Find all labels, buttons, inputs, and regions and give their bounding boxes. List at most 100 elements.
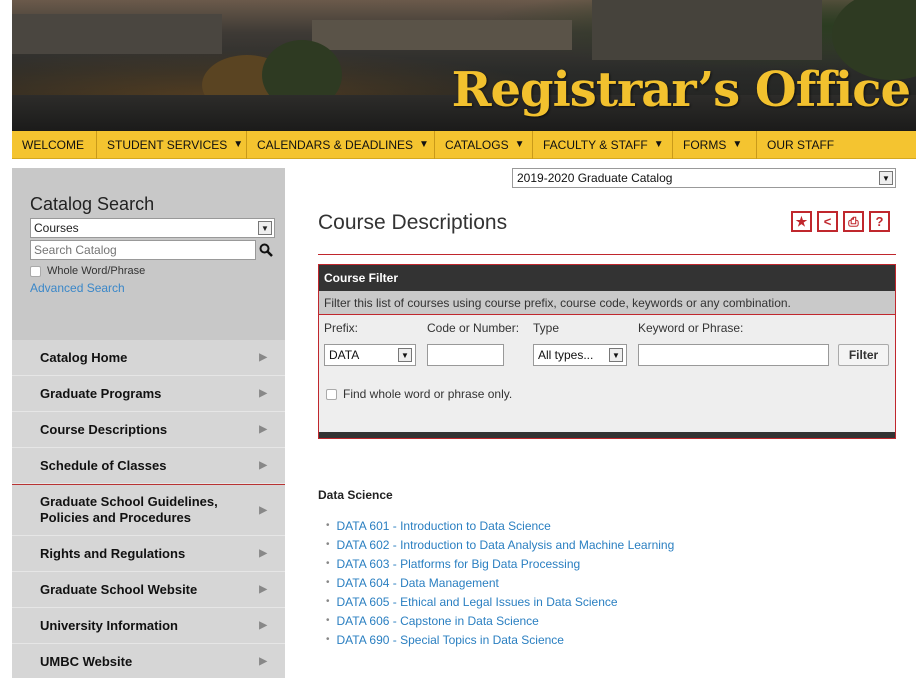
main-nav: WELCOME STUDENT SERVICES ▼ CALENDARS & DE… (12, 130, 916, 159)
find-whole-option[interactable]: Find whole word or phrase only. (326, 387, 512, 401)
sidebar-item-umbc-website[interactable]: UMBC Website ▶ (12, 644, 285, 678)
section-title: Data Science (318, 488, 393, 502)
course-link[interactable]: DATA 603 - Platforms for Big Data Proces… (337, 557, 581, 571)
page-title: Course Descriptions (318, 211, 508, 234)
nav-label: OUR STAFF (767, 137, 835, 152)
sidebar-item-guidelines[interactable]: Graduate School Guidelines, Policies and… (12, 484, 285, 536)
course-link[interactable]: DATA 604 - Data Management (337, 576, 499, 590)
bullet-icon: • (326, 520, 330, 531)
list-item: • DATA 606 - Capstone in Data Science (326, 611, 674, 630)
sidebar-item-label: Course Descriptions (40, 421, 168, 437)
type-select[interactable]: All types... ▼ (533, 344, 627, 366)
page-tools: ★ < ⎙ ? (791, 211, 890, 232)
sidebar-item-label: Rights and Regulations (40, 545, 186, 561)
catalog-search-panel: Catalog Search Courses ▼ Whole Word/Phra… (12, 168, 285, 340)
sidebar-item-graduate-programs[interactable]: Graduate Programs ▶ (12, 376, 285, 412)
chevron-right-icon: ▶ (259, 388, 267, 399)
whole-word-checkbox[interactable] (30, 265, 41, 277)
dropdown-arrow-icon: ▼ (732, 139, 743, 150)
prefix-label: Prefix: (324, 321, 359, 335)
nav-item-faculty-staff[interactable]: FACULTY & STAFF ▼ (533, 130, 673, 159)
chevron-right-icon: ▶ (259, 352, 267, 363)
chevron-right-icon: ▶ (259, 424, 267, 435)
filter-button[interactable]: Filter (838, 344, 889, 366)
course-link[interactable]: DATA 602 - Introduction to Data Analysis… (337, 538, 675, 552)
course-link[interactable]: DATA 605 - Ethical and Legal Issues in D… (337, 595, 618, 609)
sidebar-item-university-info[interactable]: University Information ▶ (12, 608, 285, 644)
sidebar-item-catalog-home[interactable]: Catalog Home ▶ (12, 340, 285, 376)
prefix-select-value: DATA (329, 348, 360, 362)
chevron-down-icon: ▼ (879, 171, 893, 185)
type-select-value: All types... (538, 348, 594, 362)
bullet-icon: • (326, 615, 330, 626)
filter-labels: Prefix: Code or Number: Type Keyword or … (319, 315, 895, 339)
help-icon[interactable]: ? (869, 211, 890, 232)
bullet-icon: • (326, 558, 330, 569)
sidebar: Catalog Search Courses ▼ Whole Word/Phra… (12, 168, 285, 678)
list-item: • DATA 603 - Platforms for Big Data Proce… (326, 554, 674, 573)
sidebar-item-grad-school-website[interactable]: Graduate School Website ▶ (12, 572, 285, 608)
nav-item-student-services[interactable]: STUDENT SERVICES ▼ (97, 130, 247, 159)
bullet-icon: • (326, 539, 330, 550)
sidebar-item-label: Graduate School Guidelines, Policies and… (40, 494, 218, 525)
bullet-icon: • (326, 596, 330, 607)
banner-building (592, 0, 822, 60)
list-item: • DATA 605 - Ethical and Legal Issues in … (326, 592, 674, 611)
search-icon[interactable] (256, 240, 275, 260)
site-title: Registrar’s Office (451, 62, 911, 118)
nav-item-our-staff[interactable]: OUR STAFF (757, 131, 847, 159)
sidebar-item-label: Graduate Programs (40, 385, 162, 401)
nav-label: STUDENT SERVICES (107, 137, 228, 152)
sidebar-item-label: Catalog Home (40, 349, 128, 365)
nav-item-calendars[interactable]: CALENDARS & DEADLINES ▼ (247, 130, 435, 159)
nav-item-forms[interactable]: FORMS ▼ (673, 130, 757, 159)
keyword-input[interactable] (638, 344, 829, 366)
sidebar-item-rights[interactable]: Rights and Regulations ▶ (12, 536, 285, 572)
chevron-right-icon: ▶ (259, 656, 267, 667)
course-link[interactable]: DATA 690 - Special Topics in Data Scienc… (337, 633, 564, 647)
title-divider (318, 254, 896, 255)
nav-label: WELCOME (22, 137, 85, 152)
nav-label: FACULTY & STAFF (543, 137, 648, 152)
code-input[interactable] (427, 344, 504, 366)
chevron-right-icon: ▶ (259, 548, 267, 559)
course-link[interactable]: DATA 601 - Introduction to Data Science (337, 519, 551, 533)
chevron-down-icon: ▼ (609, 348, 623, 362)
catalog-select-value: 2019-2020 Graduate Catalog (517, 171, 673, 185)
list-item: • DATA 602 - Introduction to Data Analysi… (326, 535, 674, 554)
nav-item-catalogs[interactable]: CATALOGS ▼ (435, 130, 533, 159)
chevron-right-icon: ▶ (259, 460, 267, 471)
nav-item-welcome[interactable]: WELCOME (12, 130, 97, 159)
search-input[interactable] (30, 240, 256, 260)
catalog-select[interactable]: 2019-2020 Graduate Catalog ▼ (512, 168, 896, 188)
find-whole-checkbox[interactable] (326, 388, 337, 400)
whole-word-label: Whole Word/Phrase (47, 265, 146, 277)
course-filter-description: Filter this list of courses using course… (319, 291, 895, 315)
banner-building (12, 14, 222, 54)
advanced-search-link[interactable]: Advanced Search (30, 281, 285, 295)
search-scope-select[interactable]: Courses ▼ (30, 218, 275, 238)
share-icon[interactable]: < (817, 211, 838, 232)
nav-label: CALENDARS & DEADLINES (257, 137, 414, 152)
code-label: Code or Number: (427, 321, 520, 335)
course-link[interactable]: DATA 606 - Capstone in Data Science (337, 614, 539, 628)
sidebar-nav: Catalog Home ▶ Graduate Programs ▶ Course … (12, 340, 285, 678)
nav-label: FORMS (683, 137, 727, 152)
favorite-star-icon[interactable]: ★ (791, 211, 812, 232)
print-icon[interactable]: ⎙ (843, 211, 864, 232)
keyword-label: Keyword or Phrase: (638, 321, 744, 335)
sidebar-item-label: UMBC Website (40, 653, 133, 669)
sidebar-item-label: Graduate School Website (40, 581, 198, 597)
dropdown-arrow-icon: ▼ (514, 139, 525, 150)
sidebar-item-schedule[interactable]: Schedule of Classes ▶ (12, 448, 285, 484)
bullet-icon: • (326, 577, 330, 588)
list-item: • DATA 604 - Data Management (326, 573, 674, 592)
prefix-select[interactable]: DATA ▼ (324, 344, 416, 366)
chevron-right-icon: ▶ (259, 584, 267, 595)
list-item: • DATA 690 - Special Topics in Data Scien… (326, 630, 674, 649)
list-item: • DATA 601 - Introduction to Data Science (326, 516, 674, 535)
sidebar-item-course-descriptions[interactable]: Course Descriptions ▶ (12, 412, 285, 448)
whole-word-option[interactable]: Whole Word/Phrase (30, 265, 285, 277)
dropdown-arrow-icon: ▼ (233, 139, 244, 150)
dropdown-arrow-icon: ▼ (653, 139, 664, 150)
